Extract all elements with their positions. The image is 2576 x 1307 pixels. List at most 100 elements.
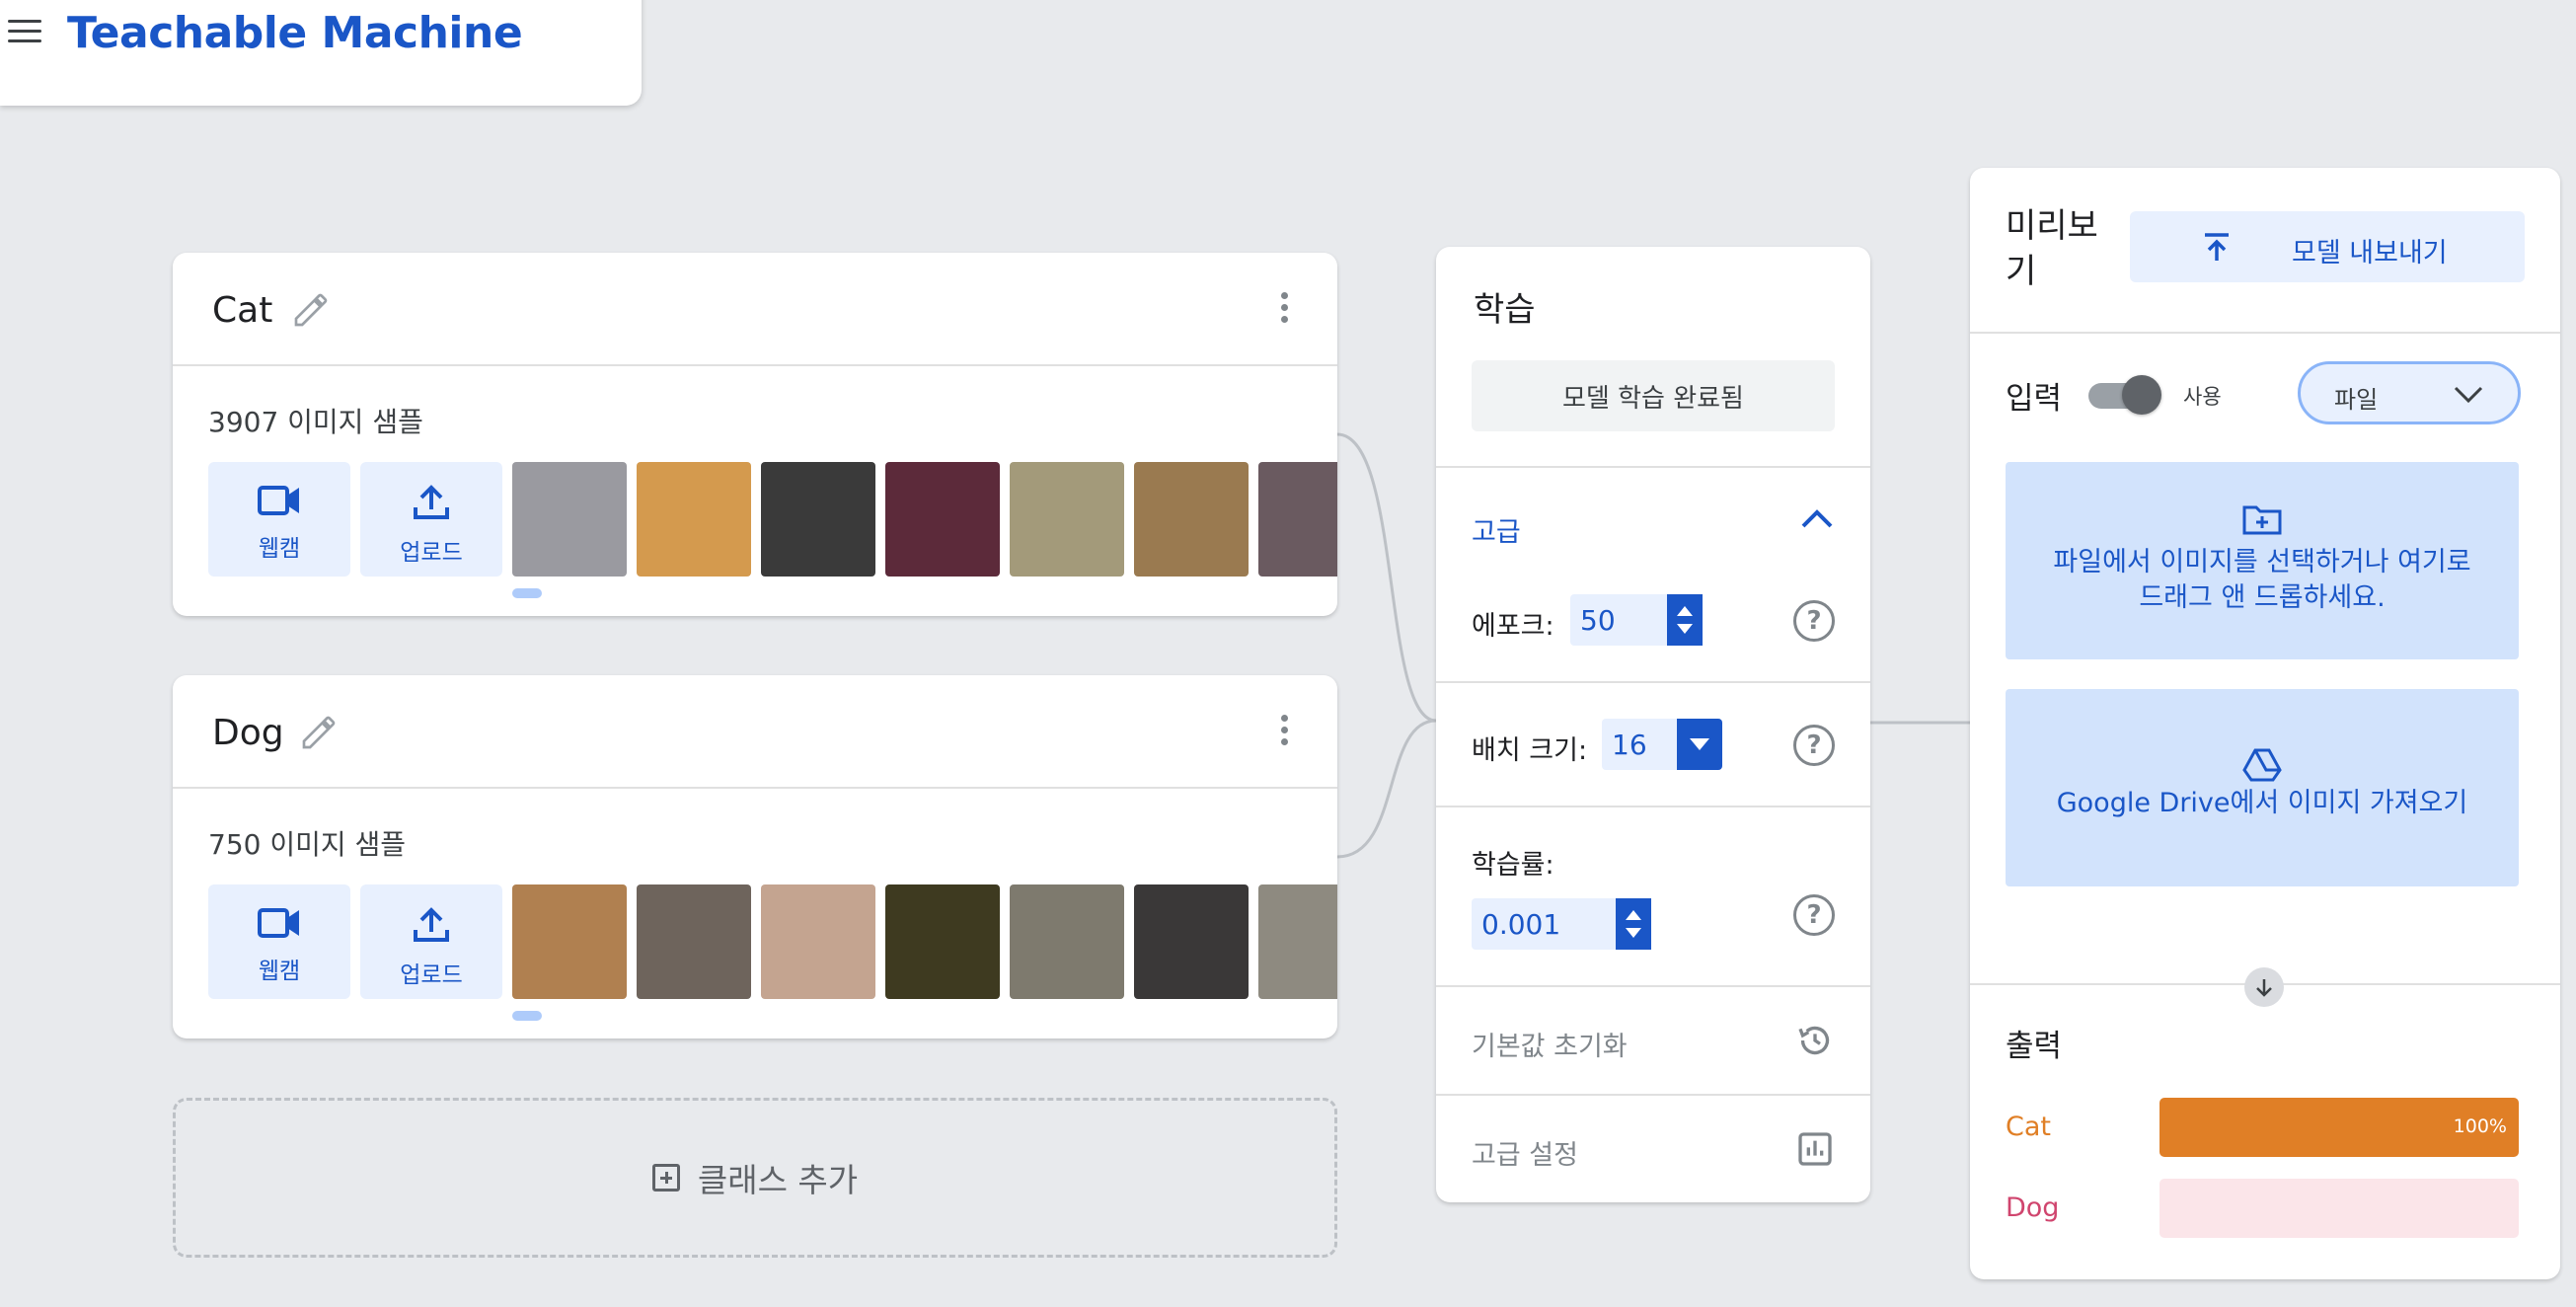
- webcam-button[interactable]: 웹캠: [208, 884, 350, 999]
- divider: [1436, 806, 1870, 807]
- upload-icon: [414, 907, 449, 942]
- epochs-label: 에포크:: [1472, 611, 1554, 642]
- class-card-dog: Dog 750 이미지 샘플 웹캠 업로드: [173, 675, 1337, 1038]
- webcam-icon: [258, 908, 299, 938]
- input-source-value: 파일: [2334, 386, 2379, 414]
- reset-defaults-button[interactable]: 기본값 초기화: [1436, 987, 1870, 1094]
- app-header: Teachable Machine: [0, 0, 642, 106]
- epochs-input[interactable]: 50: [1570, 594, 1703, 646]
- divider: [1436, 466, 1870, 468]
- batch-size-label: 배치 크기:: [1472, 735, 1588, 766]
- learning-rate-label: 학습률:: [1472, 850, 1554, 881]
- webcam-icon: [258, 486, 299, 515]
- epochs-help-icon[interactable]: ?: [1793, 600, 1835, 642]
- learning-rate-value[interactable]: 0.001: [1472, 908, 1616, 941]
- output-class-name: Cat: [2006, 1112, 2051, 1142]
- class-card-header: Dog: [173, 675, 1337, 789]
- preview-title: 미리보기: [2006, 206, 2098, 291]
- advanced-toggle[interactable]: 고급: [1436, 469, 1870, 577]
- input-label: 입력: [2006, 381, 2063, 417]
- upload-button[interactable]: 업로드: [360, 462, 502, 577]
- sample-thumbnail[interactable]: [761, 884, 875, 999]
- divider: [1436, 681, 1870, 683]
- thumbnail-scroll-indicator[interactable]: [512, 1011, 542, 1021]
- arrow-down-icon: [2244, 967, 2284, 1007]
- advanced-label: 고급: [1472, 517, 1521, 548]
- class-options-icon[interactable]: [1278, 292, 1290, 328]
- training-title: 학습: [1474, 290, 1536, 330]
- toggle-label: 사용: [2183, 385, 2222, 409]
- sample-thumbnail[interactable]: [885, 884, 1000, 999]
- upload-button[interactable]: 업로드: [360, 884, 502, 999]
- add-class-button[interactable]: 클래스 추가: [173, 1098, 1337, 1258]
- upload-icon: [414, 485, 449, 519]
- learning-rate-help-icon[interactable]: ?: [1793, 894, 1835, 936]
- output-label: 출력: [2006, 1029, 2063, 1064]
- training-panel: 학습 모델 학습 완료됨 고급 에포크: 50 ? 배치 크기: 16 ? 학습…: [1436, 247, 1870, 1202]
- batch-size-select[interactable]: 16: [1602, 719, 1722, 770]
- learning-rate-spinner[interactable]: [1616, 898, 1651, 950]
- edit-pencil-icon[interactable]: [299, 713, 339, 752]
- menu-icon[interactable]: [8, 20, 41, 45]
- input-toggle[interactable]: [2088, 373, 2161, 415]
- webcam-button[interactable]: 웹캠: [208, 462, 350, 577]
- confidence-percent: 100%: [2453, 1115, 2507, 1137]
- sample-thumbnail[interactable]: [512, 884, 627, 999]
- google-drive-icon: [2242, 748, 2282, 782]
- class-name[interactable]: Dog: [212, 713, 284, 753]
- sample-thumbnails: [512, 884, 1337, 999]
- sample-thumbnail[interactable]: [1258, 462, 1337, 577]
- preview-panel: 미리보기 모델 내보내기 입력 사용 파일 파일에서 이미지를 선택하거나 여기…: [1970, 168, 2560, 1279]
- class-options-icon[interactable]: [1278, 715, 1290, 750]
- file-drop-text: 파일에서 이미지를 선택하거나 여기로 드래그 앤 드롭하세요.: [2053, 547, 2471, 613]
- confidence-bar: [2159, 1179, 2519, 1238]
- sample-thumbnail[interactable]: [1134, 884, 1249, 999]
- sample-thumbnail[interactable]: [637, 884, 751, 999]
- app-title[interactable]: Teachable Machine: [67, 8, 523, 58]
- google-drive-text: Google Drive에서 이미지 가져오기: [2056, 788, 2468, 818]
- output-row-cat: Cat 100%: [2006, 1098, 2519, 1157]
- output-class-name: Dog: [2006, 1192, 2060, 1223]
- upload-label: 업로드: [400, 540, 463, 566]
- class-card-header: Cat: [173, 253, 1337, 366]
- class-card-cat: Cat 3907 이미지 샘플 웹캠 업로드: [173, 253, 1337, 616]
- sample-thumbnail[interactable]: [1010, 884, 1124, 999]
- sample-thumbnails: [512, 462, 1337, 577]
- add-class-label: 클래스 추가: [697, 1161, 859, 1199]
- reset-defaults-label: 기본값 초기화: [1472, 1032, 1628, 1062]
- thumbnail-scroll-indicator[interactable]: [512, 588, 542, 598]
- train-model-button[interactable]: 모델 학습 완료됨: [1472, 360, 1835, 431]
- webcam-label: 웹캠: [258, 959, 301, 984]
- google-drive-button[interactable]: Google Drive에서 이미지 가져오기: [2006, 689, 2519, 886]
- sample-thumbnail[interactable]: [761, 462, 875, 577]
- sample-thumbnail[interactable]: [1010, 462, 1124, 577]
- sample-count: 750 이미지 샘플: [208, 828, 407, 861]
- advanced-settings-label: 고급 설정: [1472, 1140, 1578, 1171]
- epochs-spinner[interactable]: [1667, 594, 1703, 646]
- input-source-select[interactable]: 파일: [2298, 361, 2521, 424]
- webcam-label: 웹캠: [258, 536, 301, 562]
- sample-thumbnail[interactable]: [637, 462, 751, 577]
- sample-thumbnail[interactable]: [885, 462, 1000, 577]
- bar-chart-icon: [1798, 1132, 1832, 1166]
- batch-size-help-icon[interactable]: ?: [1793, 725, 1835, 766]
- edit-pencil-icon[interactable]: [291, 290, 331, 330]
- advanced-settings-button[interactable]: 고급 설정: [1436, 1096, 1870, 1202]
- file-drop-zone[interactable]: 파일에서 이미지를 선택하거나 여기로 드래그 앤 드롭하세요.: [2006, 462, 2519, 659]
- sample-count: 3907 이미지 샘플: [208, 406, 423, 438]
- divider: [1970, 332, 2560, 334]
- batch-size-value[interactable]: 16: [1602, 729, 1677, 761]
- chevron-down-icon[interactable]: [1677, 719, 1722, 770]
- chevron-up-icon: [1801, 509, 1833, 528]
- sample-thumbnail[interactable]: [1134, 462, 1249, 577]
- folder-add-icon: [2242, 505, 2282, 535]
- class-name[interactable]: Cat: [212, 290, 272, 331]
- history-icon: [1798, 1026, 1830, 1055]
- upload-label: 업로드: [400, 962, 463, 988]
- learning-rate-input[interactable]: 0.001: [1472, 898, 1651, 950]
- export-model-button[interactable]: 모델 내보내기: [2130, 211, 2525, 282]
- confidence-bar: 100%: [2159, 1098, 2519, 1157]
- sample-thumbnail[interactable]: [1258, 884, 1337, 999]
- epochs-value[interactable]: 50: [1570, 604, 1667, 637]
- sample-thumbnail[interactable]: [512, 462, 627, 577]
